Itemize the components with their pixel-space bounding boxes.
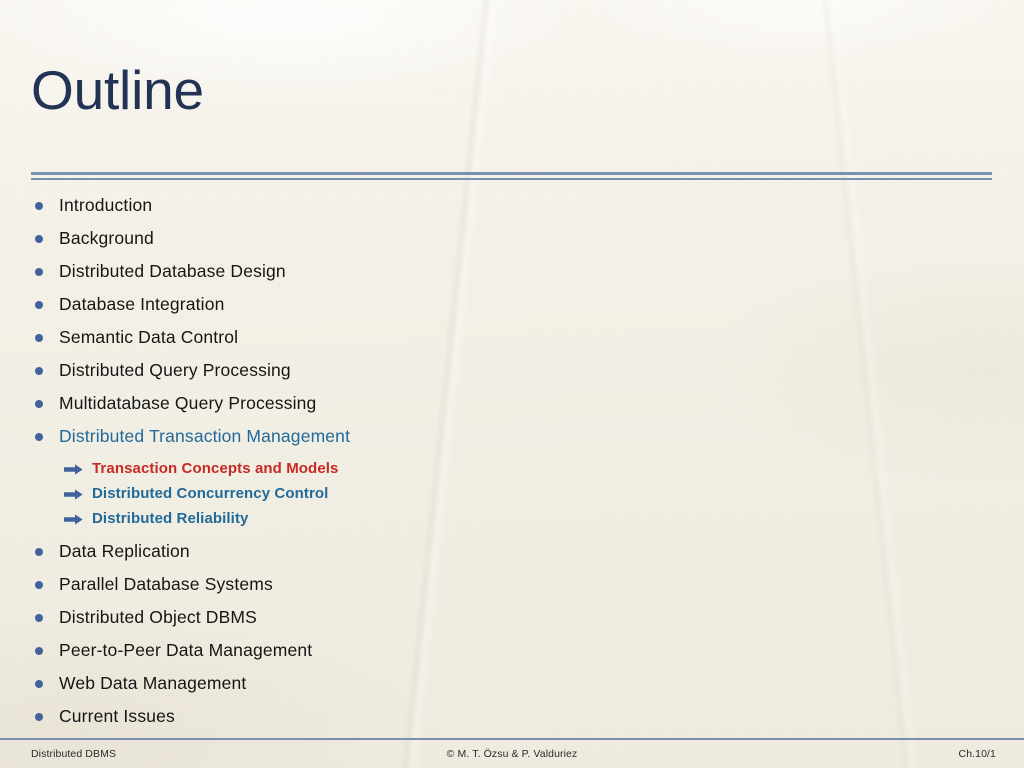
title-divider-line-bottom	[31, 178, 992, 180]
outline-sub-list: Transaction Concepts and Models Distribut…	[31, 456, 931, 531]
outline-item-label: Database Integration	[59, 294, 225, 314]
bullet-dot-icon	[35, 547, 43, 556]
outline-sub-item[interactable]: Distributed Concurrency Control	[64, 481, 931, 506]
outline-item[interactable]: Introduction	[31, 189, 931, 222]
outline-list: Introduction Background Distributed Databa…	[31, 189, 931, 733]
outline-item[interactable]: Parallel Database Systems	[31, 568, 931, 601]
bullet-dot-icon	[35, 366, 43, 375]
outline-item[interactable]: Distributed Object DBMS	[31, 601, 931, 634]
outline-sub-item[interactable]: Distributed Reliability	[64, 506, 931, 531]
bullet-dot-icon	[35, 300, 43, 309]
arrow-right-icon	[64, 463, 83, 475]
bullet-dot-icon	[35, 267, 43, 276]
outline-item-label: Web Data Management	[59, 673, 247, 693]
outline-item-label: Current Issues	[59, 706, 175, 726]
outline-sub-item[interactable]: Transaction Concepts and Models	[64, 456, 931, 481]
outline-item[interactable]: Multidatabase Query Processing	[31, 387, 931, 420]
outline-item-label: Distributed Query Processing	[59, 360, 291, 380]
outline-item-label: Data Replication	[59, 541, 190, 561]
bullet-dot-icon	[35, 712, 43, 721]
outline-item[interactable]: Web Data Management	[31, 667, 931, 700]
outline-item-label: Background	[59, 228, 154, 248]
arrow-right-icon	[64, 513, 83, 525]
outline-sub-item-label: Distributed Reliability	[92, 510, 249, 527]
bullet-dot-icon	[35, 613, 43, 622]
bullet-dot-icon	[35, 399, 43, 408]
outline-item[interactable]: Current Issues	[31, 700, 931, 733]
outline-item-label: Introduction	[59, 195, 153, 215]
bullet-dot-icon	[35, 333, 43, 342]
outline-sub-item-label: Transaction Concepts and Models	[92, 460, 339, 477]
outline-sub-item-label: Distributed Concurrency Control	[92, 485, 329, 502]
page-title: Outline	[31, 59, 204, 121]
outline-item-label: Multidatabase Query Processing	[59, 393, 317, 413]
bullet-dot-icon	[35, 580, 43, 589]
outline-item[interactable]: Database Integration	[31, 288, 931, 321]
title-divider	[31, 172, 992, 180]
arrow-right-icon	[64, 488, 83, 500]
bullet-dot-icon	[35, 201, 43, 210]
outline-item-label: Semantic Data Control	[59, 327, 239, 347]
bullet-dot-icon	[35, 679, 43, 688]
outline-item[interactable]: Distributed Query Processing	[31, 354, 931, 387]
outline-item[interactable]: Peer-to-Peer Data Management	[31, 634, 931, 667]
outline-item-label: Distributed Transaction Management	[59, 426, 351, 446]
outline-item-label: Parallel Database Systems	[59, 574, 273, 594]
outline-item[interactable]: Distributed Transaction Management	[31, 420, 931, 453]
footer-copyright: © M. T. Özsu & P. Valduriez	[446, 748, 578, 760]
outline-item[interactable]: Distributed Database Design	[31, 255, 931, 288]
bullet-dot-icon	[35, 432, 43, 441]
title-divider-line-top	[31, 172, 992, 175]
footer-divider	[0, 738, 1024, 740]
outline-item[interactable]: Semantic Data Control	[31, 321, 931, 354]
slide-footer: Distributed DBMS © M. T. Özsu & P. Valdu…	[0, 744, 1024, 768]
bullet-dot-icon	[35, 234, 43, 243]
slide-canvas: Outline Introduction Background Distribute…	[0, 0, 1024, 768]
outline-item-label: Distributed Database Design	[59, 261, 286, 281]
bullet-dot-icon	[35, 646, 43, 655]
outline-item-label: Peer-to-Peer Data Management	[59, 640, 313, 660]
footer-page-number: Ch.10/1	[958, 748, 996, 760]
outline-item[interactable]: Background	[31, 222, 931, 255]
outline-item[interactable]: Data Replication	[31, 535, 931, 568]
outline-item-label: Distributed Object DBMS	[59, 607, 257, 627]
